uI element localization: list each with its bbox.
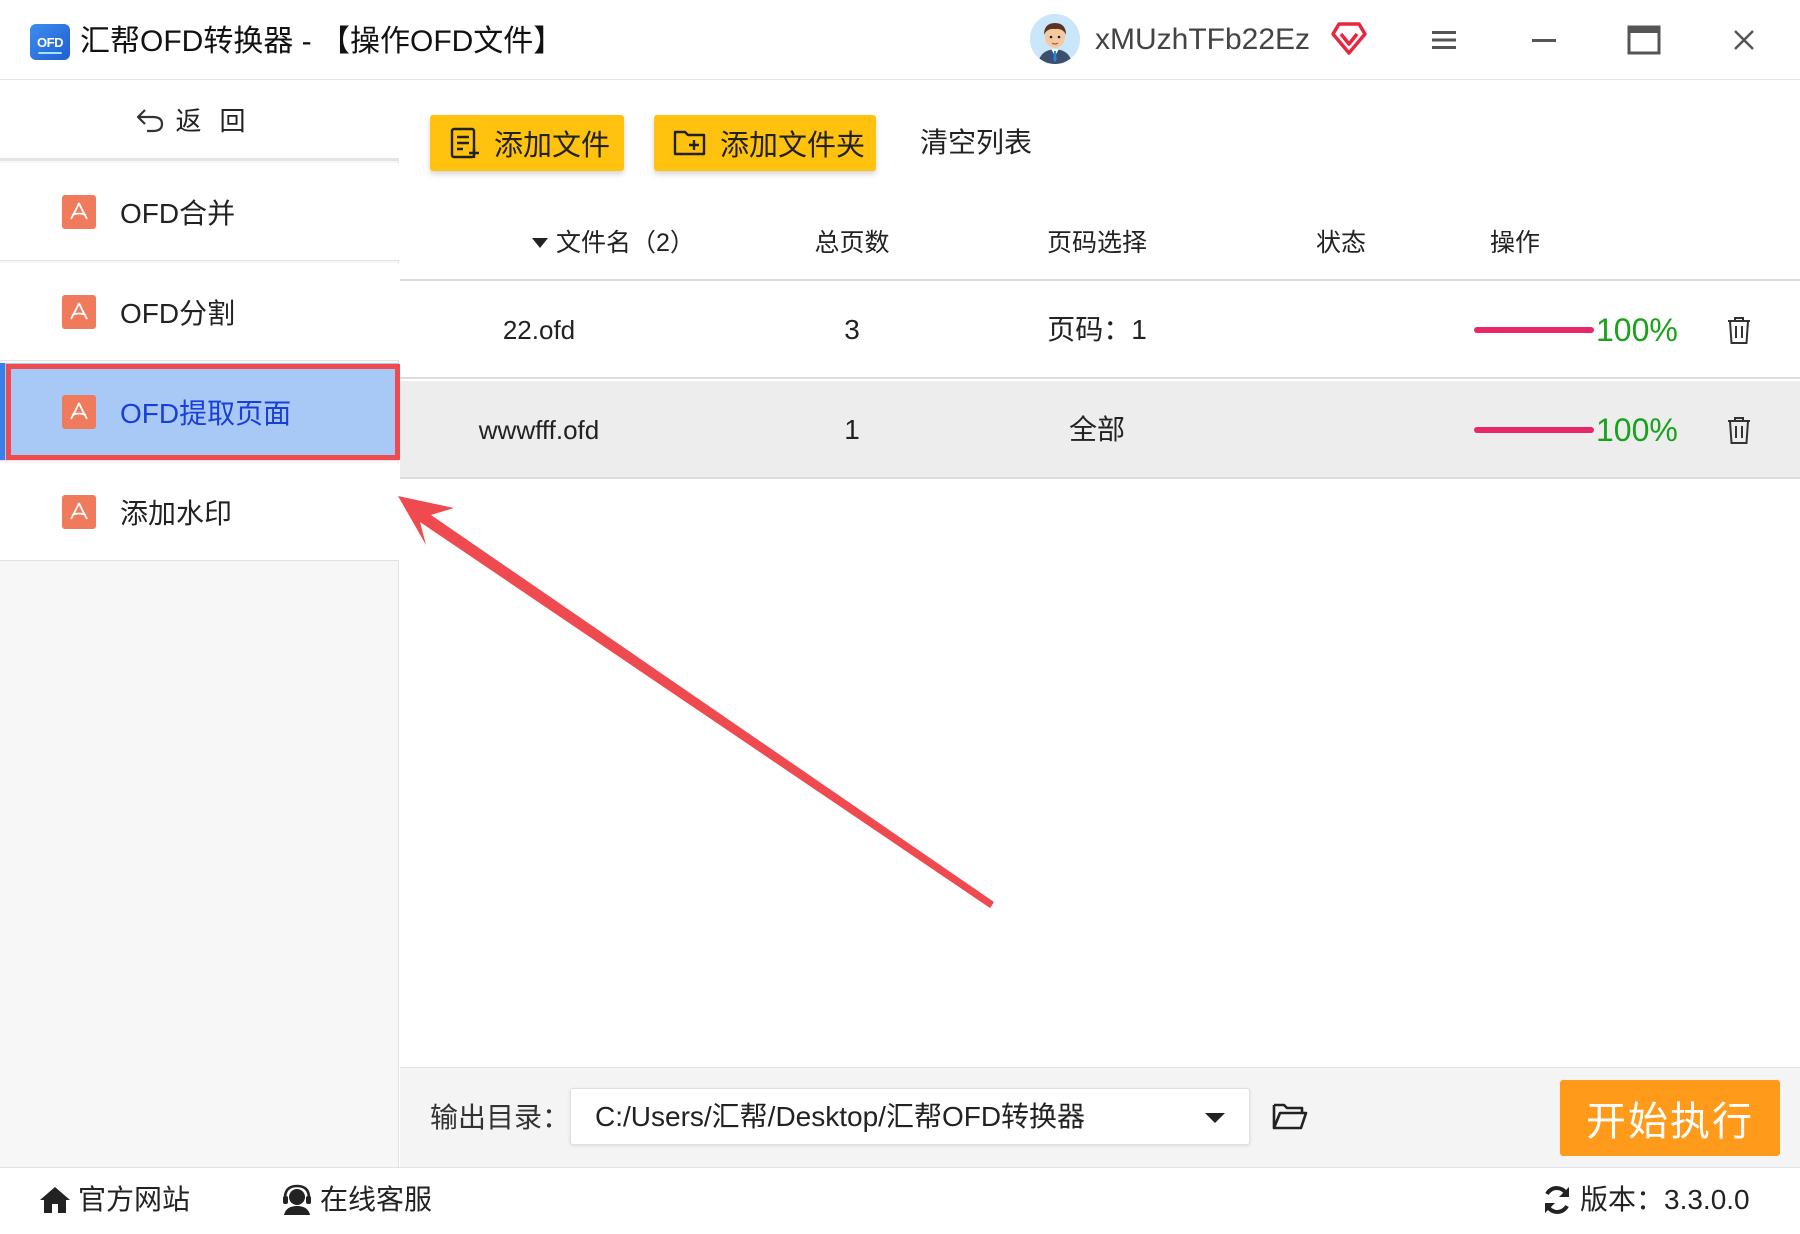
- official-website-label: 官方网站: [78, 1184, 191, 1215]
- sidebar-item-add-watermark[interactable]: 添加水印: [0, 463, 399, 561]
- column-header-action-label: 操作: [1490, 229, 1541, 257]
- chevron-down-icon: [1205, 1113, 1225, 1123]
- add-file-button[interactable]: 添加文件: [430, 115, 624, 171]
- sidebar: 返回 OFD合并 OFD分割 OFD提取页面 添加水印: [0, 81, 399, 1167]
- app-logo-icon: OFD: [30, 24, 70, 60]
- total-pages-cell: 1: [844, 414, 860, 445]
- headset-icon: [283, 1184, 311, 1215]
- progress-bar: [1474, 327, 1594, 333]
- page-select-cell[interactable]: 全部: [1069, 410, 1125, 450]
- hamburger-menu-icon: [1432, 31, 1456, 49]
- pdf-icon: [62, 494, 96, 529]
- output-directory-select[interactable]: C:/Users/汇帮/Desktop/汇帮OFD转换器: [570, 1088, 1250, 1145]
- close-button[interactable]: [1722, 18, 1766, 62]
- maximize-icon: [1627, 25, 1661, 55]
- version-info: 版本：3.3.0.0: [1540, 1180, 1750, 1220]
- sidebar-item-label: OFD合并: [120, 197, 236, 229]
- refresh-icon: [1545, 1186, 1569, 1214]
- home-icon: [40, 1187, 70, 1213]
- footer: 官方网站 在线客服 版本：3.3.0.0: [0, 1167, 1800, 1234]
- back-arrow-icon: [137, 108, 164, 132]
- page-select-cell[interactable]: 页码：1: [1047, 310, 1147, 350]
- main-panel: 添加文件 添加文件夹 清空列表 文件名（2） 总页数 页码选择 状态 操作 22…: [400, 81, 1800, 1067]
- column-header-filename[interactable]: 文件名（2）: [530, 223, 695, 263]
- minimize-icon: [1532, 39, 1556, 42]
- online-support-label: 在线客服: [320, 1184, 433, 1215]
- add-folder-label: 添加文件夹: [720, 130, 866, 162]
- official-website-link[interactable]: 官方网站: [38, 1180, 190, 1220]
- column-header-page-select-label: 页码选择: [1047, 229, 1148, 257]
- title-bar: OFD 汇帮OFD转换器 - 【操作OFD文件】 xMUzhTFb22Ez: [0, 0, 1800, 80]
- close-icon: [1734, 30, 1754, 50]
- clear-list-button[interactable]: 清空列表: [920, 123, 1032, 163]
- add-folder-button[interactable]: 添加文件夹: [654, 115, 876, 171]
- column-header-filename-label: 文件名（2）: [556, 229, 695, 257]
- add-file-icon: [450, 127, 479, 159]
- user-avatar-icon: [1030, 14, 1080, 64]
- sidebar-item-ofd-merge[interactable]: OFD合并: [0, 163, 399, 261]
- sidebar-item-ofd-extract-pages[interactable]: OFD提取页面: [0, 363, 399, 461]
- sidebar-item-label: OFD提取页面: [120, 397, 292, 429]
- total-pages-cell: 3: [844, 314, 860, 345]
- sidebar-item-label: OFD分割: [120, 297, 236, 329]
- trash-icon: [1728, 417, 1750, 444]
- sort-down-icon: [532, 238, 548, 248]
- output-directory-label: 输出目录：: [430, 1102, 571, 1133]
- trash-icon: [1728, 317, 1750, 344]
- column-header-total-pages-label: 总页数: [814, 229, 890, 257]
- table-row[interactable]: 22.ofd 3 页码：1 100%: [400, 281, 1800, 379]
- back-button[interactable]: 返回: [0, 81, 399, 161]
- progress-bar: [1474, 427, 1594, 433]
- pdf-icon: [62, 394, 96, 429]
- pdf-icon: [62, 194, 96, 229]
- sidebar-item-label: 添加水印: [120, 497, 233, 529]
- column-header-status-label: 状态: [1316, 229, 1367, 257]
- pdf-icon: [62, 294, 96, 329]
- progress-text: 100%: [1596, 312, 1678, 348]
- online-support-link[interactable]: 在线客服: [280, 1180, 432, 1220]
- output-directory-path: C:/Users/汇帮/Desktop/汇帮OFD转换器: [595, 1101, 1086, 1132]
- progress-text: 100%: [1596, 412, 1678, 448]
- back-label: 返回: [175, 106, 264, 136]
- vip-diamond-icon[interactable]: [1330, 20, 1368, 56]
- minimize-button[interactable]: [1522, 18, 1566, 62]
- output-bar: 输出目录： C:/Users/汇帮/Desktop/汇帮OFD转换器 开始执行: [400, 1067, 1800, 1167]
- menu-button[interactable]: [1422, 18, 1466, 62]
- username[interactable]: xMUzhTFb22Ez: [1095, 18, 1310, 62]
- version-label: 版本：3.3.0.0: [1580, 1184, 1750, 1215]
- file-name-cell: wwwfff.ofd: [478, 415, 600, 445]
- delete-button[interactable]: [1721, 410, 1757, 450]
- table-row[interactable]: wwwfff.ofd 1 全部 100%: [400, 381, 1800, 479]
- file-name-cell: 22.ofd: [502, 315, 576, 345]
- add-file-label: 添加文件: [494, 130, 611, 162]
- sidebar-item-ofd-split[interactable]: OFD分割: [0, 263, 399, 361]
- add-folder-icon: [673, 130, 706, 156]
- app-title: 汇帮OFD转换器 - 【操作OFD文件】: [80, 25, 564, 58]
- start-button[interactable]: 开始执行: [1560, 1080, 1780, 1156]
- user-avatar[interactable]: [1030, 14, 1080, 64]
- maximize-button[interactable]: [1622, 18, 1666, 62]
- browse-folder-button[interactable]: [1268, 1094, 1312, 1138]
- delete-button[interactable]: [1721, 310, 1757, 350]
- folder-open-icon: [1272, 1103, 1308, 1130]
